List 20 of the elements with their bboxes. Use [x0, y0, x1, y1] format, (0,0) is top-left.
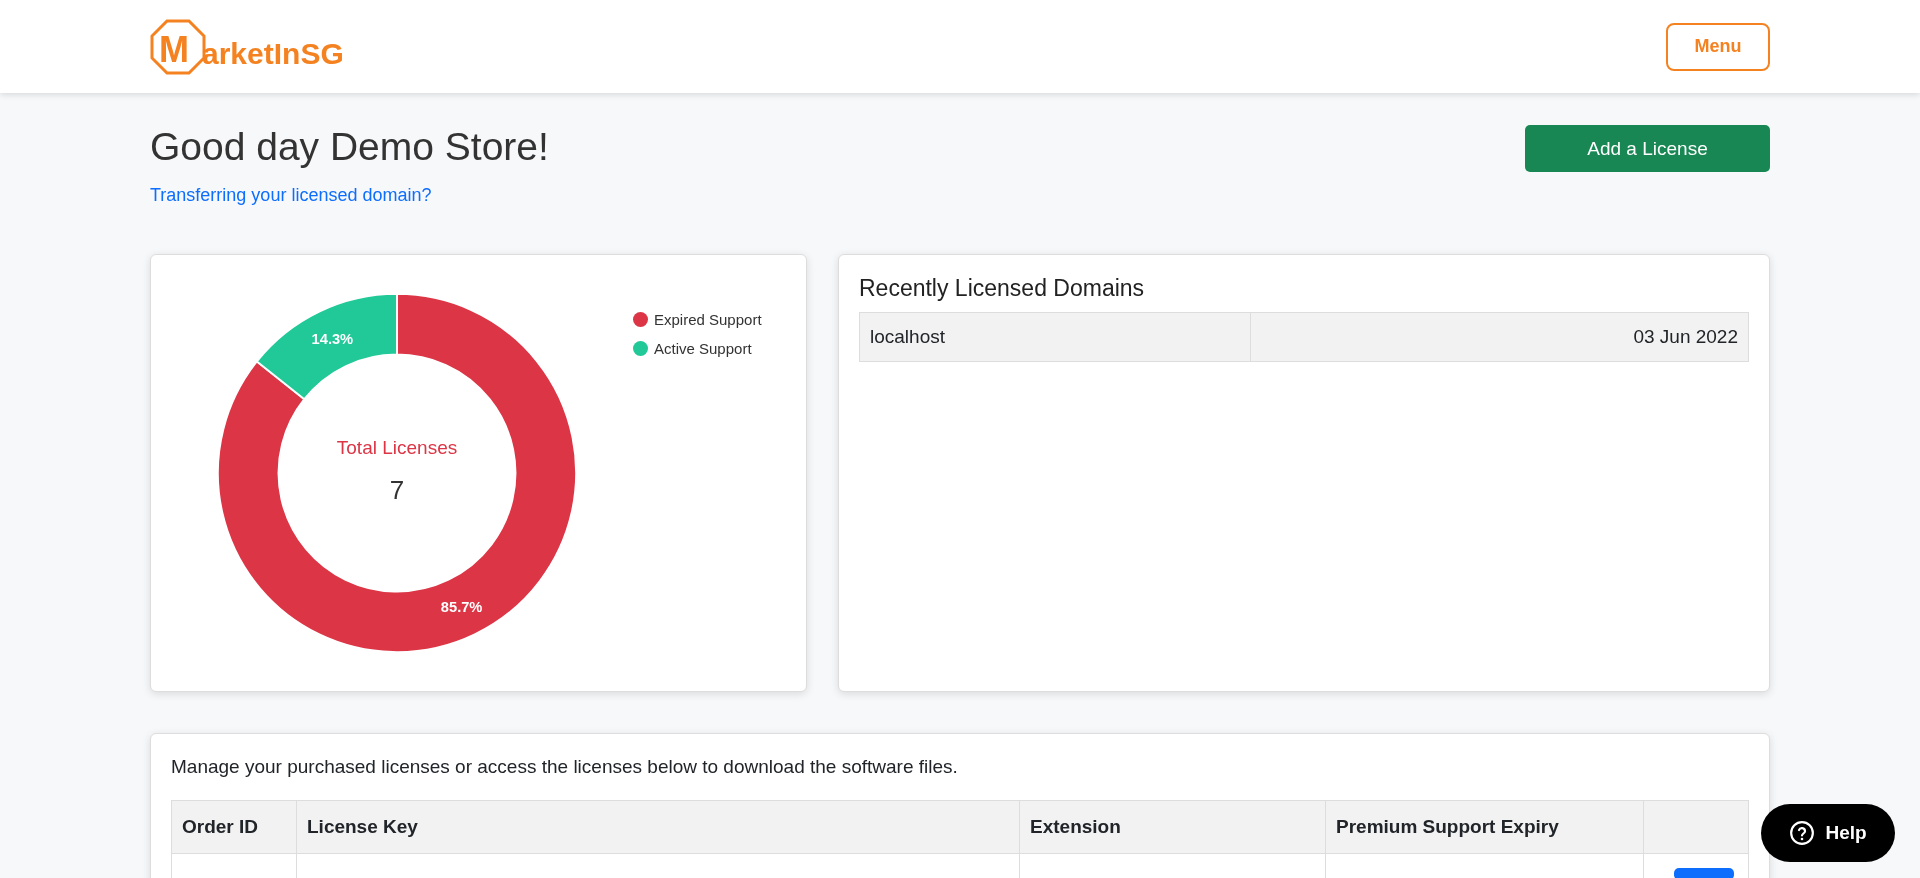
- menu-button[interactable]: Menu: [1666, 22, 1770, 71]
- intro-text: Manage your purchased licenses or access the licenses below to download the software files.: [171, 756, 959, 778]
- legend-label: Expired Support: [654, 311, 762, 328]
- column-header: Premium Support Expiry: [1325, 800, 1644, 854]
- chart-center-value: 7: [389, 475, 405, 506]
- card-title: Recently Licensed Domains: [859, 275, 1146, 302]
- transfer-domain-link[interactable]: Transferring your licensed domain?: [150, 185, 432, 206]
- logo[interactable]: M arketInSG: [150, 18, 344, 75]
- domain-cell: localhost: [859, 312, 1251, 362]
- column-header: License Key: [296, 800, 1020, 854]
- page-title: Good day Demo Store!: [150, 125, 549, 169]
- date-cell: 03 Jun 2022: [1250, 312, 1749, 362]
- add-license-button[interactable]: Add a License: [1525, 125, 1770, 172]
- legend-label: Active Support: [654, 340, 752, 357]
- slice-label: 14.3%: [311, 330, 354, 347]
- column-header: Order ID: [171, 800, 297, 854]
- help-button[interactable]: Help: [1761, 804, 1895, 862]
- chart-center-label: Total Licenses: [336, 437, 458, 459]
- column-header: Extension: [1019, 800, 1326, 854]
- slice-label: 85.7%: [440, 598, 483, 615]
